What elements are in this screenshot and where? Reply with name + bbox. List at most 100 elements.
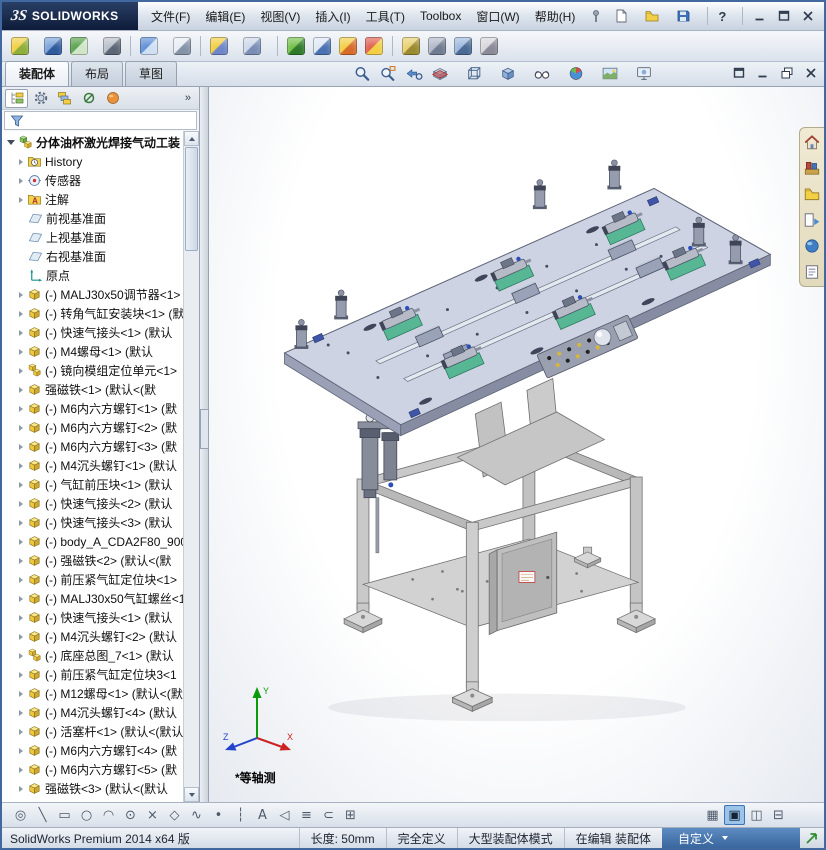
scroll-thumb[interactable] <box>185 147 198 251</box>
linear-component-pattern-button[interactable] <box>67 33 98 59</box>
expand-icon[interactable] <box>19 405 23 412</box>
expand-icon[interactable] <box>19 481 23 488</box>
expand-icon[interactable] <box>19 576 23 583</box>
tab-0[interactable]: 装配体 <box>5 61 70 86</box>
status-quick-tip[interactable] <box>800 828 824 848</box>
smart-fasteners-button[interactable] <box>100 33 124 59</box>
tree-item-10[interactable]: (-) M4螺母<1> (默认 <box>4 342 183 361</box>
status-custom-tab[interactable]: 自定义 <box>662 828 800 848</box>
panel-splitter[interactable] <box>200 87 209 802</box>
expand-icon[interactable] <box>19 500 23 507</box>
expand-icon[interactable] <box>19 291 23 298</box>
tree-item-8[interactable]: (-) 转角气缸安装块<1> (默认 <box>4 304 183 323</box>
expand-icon[interactable] <box>19 538 23 545</box>
mate-button[interactable] <box>41 33 65 59</box>
sketch-pattern-tool-button[interactable]: ⊞ <box>340 805 361 825</box>
offset-entities-tool-button[interactable]: ≡ <box>296 805 317 825</box>
expand-icon[interactable] <box>19 386 23 393</box>
mass-properties-button[interactable] <box>425 33 449 59</box>
tree-item-17[interactable]: (-) 气缸前压块<1> (默认 <box>4 475 183 494</box>
move-component-button[interactable] <box>137 33 168 59</box>
expand-icon[interactable] <box>19 690 23 697</box>
menu-item-7[interactable]: 帮助(H) <box>528 4 583 29</box>
expand-icon[interactable] <box>19 614 23 621</box>
new-document-button[interactable] <box>610 6 639 26</box>
trim-entities-tool-button[interactable]: × <box>142 805 163 825</box>
spell-checker-button[interactable] <box>477 33 501 59</box>
expand-icon[interactable] <box>19 177 23 184</box>
reference-geometry-button[interactable] <box>240 33 271 59</box>
interference-detection-button[interactable] <box>362 33 386 59</box>
tree-item-25[interactable]: (-) M4沉头螺钉<2> (默认 <box>4 627 183 646</box>
circle-tool-button[interactable]: ○ <box>76 805 97 825</box>
expand-icon[interactable] <box>19 595 23 602</box>
mirror-entities-tool-button[interactable]: ◁ <box>274 805 295 825</box>
section-properties-button[interactable] <box>451 33 475 59</box>
expand-icon[interactable] <box>19 158 23 165</box>
expand-icon[interactable] <box>19 557 23 564</box>
expand-icon[interactable] <box>19 728 23 735</box>
tree-item-21[interactable]: (-) 强磁铁<2> (默认<(默 <box>4 551 183 570</box>
line-tool-button[interactable]: ╲ <box>32 805 53 825</box>
tree-item-27[interactable]: (-) 前压紧气缸定位块3<1 <box>4 665 183 684</box>
graphics-area[interactable]: Y X Z *等轴测 <box>209 87 824 802</box>
expand-icon[interactable] <box>19 652 23 659</box>
convert-entities-tool-button[interactable]: ⊂ <box>318 805 339 825</box>
grid-system-button[interactable]: ▦ <box>702 805 723 825</box>
tree-item-30[interactable]: (-) 活塞杆<1> (默认<(默认 <box>4 722 183 741</box>
expand-icon[interactable] <box>19 424 23 431</box>
expand-icon[interactable] <box>19 709 23 716</box>
point-tool-button[interactable]: • <box>208 805 229 825</box>
scroll-up-button[interactable] <box>184 131 199 146</box>
tree-item-32[interactable]: (-) M6内六方螺钉<5> (默 <box>4 760 183 779</box>
zoom-to-fit-button[interactable] <box>352 64 373 83</box>
tree-item-28[interactable]: (-) M12螺母<1> (默认<(默 <box>4 684 183 703</box>
dimxpertmanager-tab[interactable] <box>77 89 100 108</box>
view-orientation-button[interactable] <box>464 64 493 83</box>
tree-item-19[interactable]: (-) 快速气接头<3> (默认 <box>4 513 183 532</box>
featuremanager-tab[interactable] <box>5 88 28 108</box>
document-close-button[interactable] <box>802 65 819 81</box>
exploded-view-button[interactable] <box>336 33 360 59</box>
two-viewport-button[interactable]: ◫ <box>746 805 767 825</box>
minimize-button[interactable] <box>749 7 771 25</box>
four-viewport-button[interactable]: ⊟ <box>768 805 789 825</box>
save-document-button[interactable] <box>672 6 701 26</box>
view-settings-button[interactable] <box>634 64 663 83</box>
measure-button[interactable] <box>399 33 423 59</box>
menu-item-3[interactable]: 插入(I) <box>308 4 357 29</box>
ellipse-tool-button[interactable]: ⊙ <box>120 805 141 825</box>
tree-item-2[interactable]: A 注解 <box>4 190 183 209</box>
tab-1[interactable]: 布局 <box>71 61 124 86</box>
feature-tree[interactable]: 分体油杯激光焊接气动工装 History 传感器 A 注解 前视基准面 上视基准面 右视基准面… <box>2 131 199 802</box>
tree-item-22[interactable]: (-) 前压紧气缸定位块<1> <box>4 570 183 589</box>
tree-scrollbar[interactable] <box>183 131 199 802</box>
bill-of-materials-button[interactable] <box>310 33 334 59</box>
panel-tab-overflow[interactable]: » <box>180 92 196 104</box>
insert-components-button[interactable] <box>8 33 39 59</box>
tree-item-26[interactable]: (-) 底座总图_7<1> (默认 <box>4 646 183 665</box>
menu-item-2[interactable]: 视图(V) <box>253 4 307 29</box>
menu-pin[interactable] <box>582 2 610 30</box>
commandmanager-options-button[interactable] <box>730 65 747 81</box>
centerline-tool-button[interactable]: ┆ <box>230 805 251 825</box>
assembly-features-button[interactable] <box>207 33 238 59</box>
previous-view-button[interactable] <box>404 64 425 83</box>
polygon-tool-button[interactable]: ◇ <box>164 805 185 825</box>
expand-icon[interactable] <box>19 196 23 203</box>
appearances-scenes-button[interactable] <box>802 236 822 256</box>
expand-icon[interactable] <box>19 443 23 450</box>
expand-icon[interactable] <box>19 367 23 374</box>
tree-item-6[interactable]: 原点 <box>4 266 183 285</box>
expand-icon[interactable] <box>7 140 15 145</box>
tree-item-23[interactable]: (-) MALJ30x50气缸螺丝<1 <box>4 589 183 608</box>
close-button[interactable] <box>797 7 819 25</box>
tree-item-4[interactable]: 上视基准面 <box>4 228 183 247</box>
custom-properties-button[interactable] <box>802 262 822 282</box>
expand-icon[interactable] <box>19 766 23 773</box>
expand-icon[interactable] <box>19 329 23 336</box>
rectangle-tool-button[interactable]: ▭ <box>54 805 75 825</box>
expand-icon[interactable] <box>19 671 23 678</box>
collapse-panel-button[interactable] <box>200 408 209 449</box>
menu-item-6[interactable]: 窗口(W) <box>469 4 526 29</box>
